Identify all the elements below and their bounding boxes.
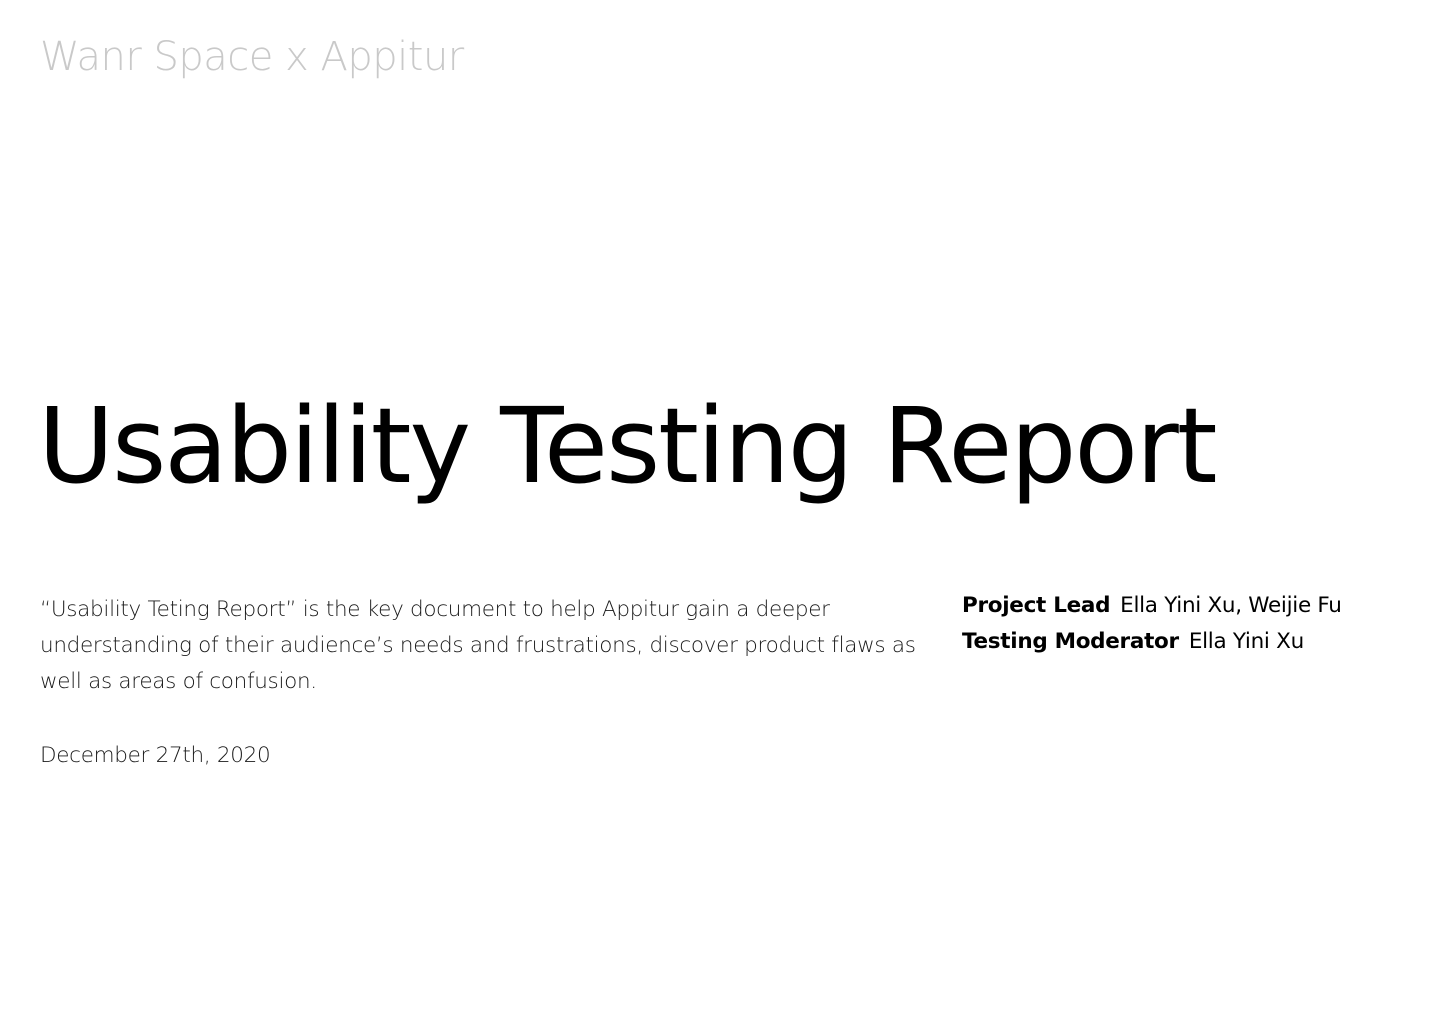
brand-header: Wanr Space x Appitur [40, 34, 464, 80]
credit-testing-moderator: Testing Moderator Ella Yini Xu [962, 624, 1432, 660]
report-description: “Usability Teting Report” is the key doc… [40, 597, 916, 694]
page-title: Usability Testing Report [38, 385, 1218, 507]
credit-value: Ella Yini Xu [1188, 629, 1304, 654]
credits-block: Project Lead Ella Yini Xu, Weijie Fu Test… [962, 588, 1432, 660]
credit-label: Testing Moderator [962, 629, 1179, 654]
credit-label: Project Lead [962, 593, 1111, 618]
credit-project-lead: Project Lead Ella Yini Xu, Weijie Fu [962, 588, 1432, 624]
credit-value: Ella Yini Xu, Weijie Fu [1120, 593, 1342, 618]
report-date: December 27th, 2020 [40, 743, 271, 768]
